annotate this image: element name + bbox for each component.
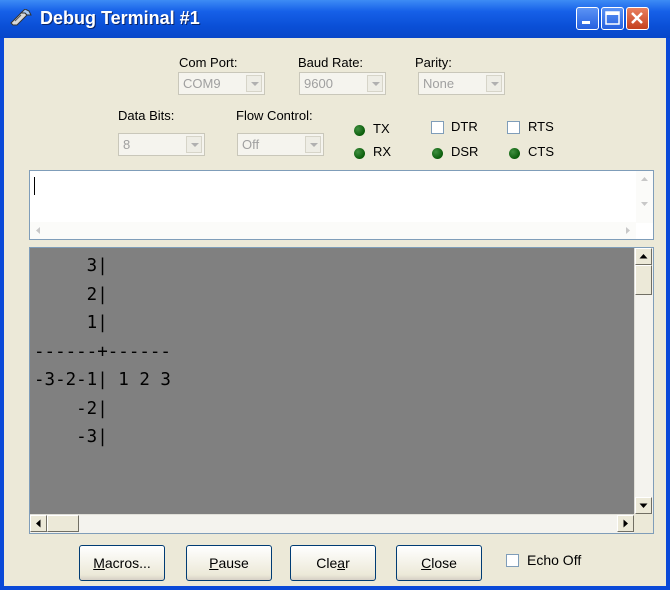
minimize-icon (582, 21, 590, 24)
com-port-select[interactable]: COM9 (178, 72, 265, 95)
macros-button[interactable]: Macros... (79, 545, 165, 581)
transmit-input[interactable] (29, 170, 654, 240)
echo-off-label: Echo Off (527, 552, 582, 568)
dsr-label: DSR (451, 144, 479, 159)
parity-value: None (423, 76, 455, 91)
cts-label: CTS (528, 144, 554, 159)
data-bits-value: 8 (123, 137, 131, 152)
scroll-right-button[interactable] (617, 515, 634, 532)
com-port-label: Com Port: (179, 55, 238, 70)
dtr-label: DTR (451, 119, 478, 134)
close-button[interactable]: Close (396, 545, 482, 581)
flow-control-value: Off (242, 137, 260, 152)
echo-off-checkbox[interactable] (506, 554, 519, 567)
macros-mnemonic: M (93, 555, 105, 571)
output-horizontal-scrollbar[interactable] (30, 514, 634, 533)
close-label: lose (431, 555, 457, 571)
close-mnemonic: C (421, 555, 432, 571)
cts-led-icon (509, 148, 520, 159)
output-line: 3| (34, 256, 108, 276)
close-window-button[interactable] (626, 7, 649, 30)
macros-label: acros... (104, 555, 151, 571)
scroll-down-button[interactable] (635, 497, 652, 514)
chevron-down-icon[interactable] (246, 75, 262, 92)
output-vertical-scrollbar[interactable] (634, 248, 653, 514)
parity-label: Parity: (415, 55, 452, 70)
chevron-down-icon[interactable] (186, 136, 202, 153)
scroll-left-arrow-icon[interactable] (30, 222, 47, 239)
transmit-horizontal-scrollbar[interactable] (30, 222, 636, 239)
baud-rate-value: 9600 (304, 76, 333, 91)
serial-connector-icon (10, 9, 32, 26)
receive-output[interactable]: 3| 2| 1| ------+------ -3-2-1| 1 2 3 -2| -… (29, 247, 654, 534)
output-line: ------+------ (34, 341, 171, 362)
baud-rate-select[interactable]: 9600 (299, 72, 386, 95)
transmit-vertical-scrollbar[interactable] (636, 171, 653, 223)
dtr-checkbox[interactable] (431, 121, 444, 134)
text-caret (34, 177, 35, 195)
dsr-led-icon (432, 148, 443, 159)
rx-led-icon (354, 148, 365, 159)
output-line: 1| (34, 313, 108, 333)
minimize-button[interactable] (576, 7, 599, 30)
vertical-scroll-thumb[interactable] (635, 265, 652, 295)
maximize-button[interactable] (601, 7, 624, 30)
data-bits-select[interactable]: 8 (118, 133, 205, 156)
chevron-down-icon[interactable] (305, 136, 321, 153)
parity-select[interactable]: None (418, 72, 505, 95)
pause-label: ause (218, 555, 249, 571)
output-text: 3| 2| 1| ------+------ -3-2-1| 1 2 3 -2| -… (34, 252, 630, 514)
scroll-up-arrow-icon (639, 254, 648, 259)
com-port-value: COM9 (183, 76, 221, 91)
rts-checkbox[interactable] (507, 121, 520, 134)
clear-mnemonic: a (337, 555, 346, 571)
scrollbar-corner (634, 514, 653, 533)
maximize-icon (605, 11, 620, 25)
clear-label: r (345, 555, 350, 571)
output-line: -3-2-1| 1 2 3 (34, 370, 171, 390)
clear-button[interactable]: Clear (290, 545, 376, 581)
tx-led-icon (354, 125, 365, 136)
window-title: Debug Terminal #1 (40, 8, 200, 28)
scroll-down-arrow-icon[interactable] (636, 195, 653, 212)
output-line: -3| (34, 427, 108, 447)
scroll-right-arrow-icon (623, 519, 628, 528)
scroll-down-arrow-icon (639, 503, 648, 508)
scroll-left-button[interactable] (30, 515, 47, 532)
flow-control-label: Flow Control: (236, 108, 313, 123)
rx-label: RX (373, 144, 392, 159)
baud-rate-label: Baud Rate: (298, 55, 364, 70)
data-bits-label: Data Bits: (118, 108, 175, 123)
scroll-left-arrow-icon (36, 519, 41, 528)
debug-terminal-window: Debug Terminal #1 Com Port: Baud Rate: P… (0, 0, 670, 590)
horizontal-scroll-thumb[interactable] (47, 515, 79, 532)
rts-label: RTS (528, 119, 554, 134)
output-line: -2| (34, 398, 108, 419)
flow-control-select[interactable]: Off (237, 133, 324, 156)
title-bar[interactable]: Debug Terminal #1 (0, 0, 670, 38)
chevron-down-icon[interactable] (486, 75, 502, 92)
scroll-right-arrow-icon[interactable] (619, 222, 636, 239)
close-icon (631, 12, 643, 24)
scroll-up-arrow-icon[interactable] (636, 171, 653, 188)
output-line: 2| (34, 284, 108, 305)
pause-button[interactable]: Pause (186, 545, 272, 581)
clear-label-prefix: Cle (316, 555, 338, 571)
scroll-up-button[interactable] (635, 248, 652, 265)
tx-label: TX (373, 121, 390, 136)
chevron-down-icon[interactable] (367, 75, 383, 92)
